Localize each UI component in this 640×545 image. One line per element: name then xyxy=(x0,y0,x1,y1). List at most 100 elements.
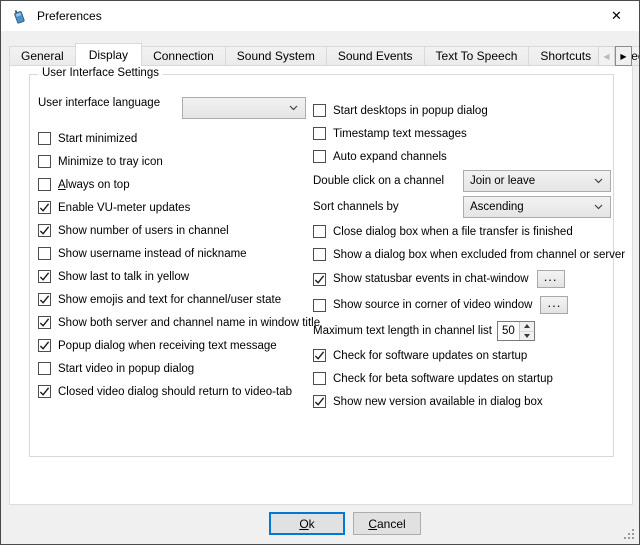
row-minimize-to-tray-icon: Minimize to tray icon xyxy=(38,150,306,173)
checkbox-show-emojis-and-text-for-channel-user-state[interactable] xyxy=(38,293,51,306)
checkbox-label: Popup dialog when receiving text message xyxy=(58,340,277,352)
row-show-source-in-corner-of-video-window: Show source in corner of video window... xyxy=(313,292,611,318)
triangle-up-icon xyxy=(524,324,530,328)
row-double-click-on-a-channel: Double click on a channel Join or leave xyxy=(313,168,611,194)
row-show-number-of-users-in-channel: Show number of users in channel xyxy=(38,219,306,242)
tab-label: Text To Speech xyxy=(436,49,518,63)
checkbox-label: Show source in corner of video window xyxy=(333,299,532,311)
cancel-button[interactable]: Cancel xyxy=(353,512,421,535)
checkbox-label: Show emojis and text for channel/user st… xyxy=(58,294,281,306)
row-check-for-beta-software-updates-on-startup: Check for beta software updates on start… xyxy=(313,367,611,390)
tab-display[interactable]: Display xyxy=(75,43,142,66)
more-options-button[interactable]: ... xyxy=(540,296,568,314)
tab-text-to-speech[interactable]: Text To Speech xyxy=(424,46,530,66)
checkbox-label: Show a dialog box when excluded from cha… xyxy=(333,249,625,261)
checkbox-minimize-to-tray-icon[interactable] xyxy=(38,155,51,168)
checkbox-show-username-instead-of-nickname[interactable] xyxy=(38,247,51,260)
spinner xyxy=(519,322,534,340)
tab-label: Sound Events xyxy=(338,49,413,63)
spin-value: 50 xyxy=(498,322,519,340)
tab-sound-events[interactable]: Sound Events xyxy=(326,46,425,66)
row-timestamp-text-messages: Timestamp text messages xyxy=(313,122,611,145)
triangle-down-icon xyxy=(524,334,530,338)
checkbox-show-new-version-available-in-dialog-box[interactable] xyxy=(313,395,326,408)
more-options-button[interactable]: ... xyxy=(537,270,565,288)
checkbox-show-last-to-talk-in-yellow[interactable] xyxy=(38,270,51,283)
row-always-on-top: Always on top xyxy=(38,173,306,196)
checkbox-start-video-in-popup-dialog[interactable] xyxy=(38,362,51,375)
checkbox-show-a-dialog-box-when-excluded-from-channel-or-server[interactable] xyxy=(313,248,326,261)
ok-button[interactable]: Ok xyxy=(269,512,345,535)
row-show-both-server-and-channel-name-in-window-title: Show both server and channel name in win… xyxy=(38,311,306,334)
row-start-minimized: Start minimized xyxy=(38,127,306,150)
row-show-username-instead-of-nickname: Show username instead of nickname xyxy=(38,242,306,265)
checkbox-show-both-server-and-channel-name-in-window-title[interactable] xyxy=(38,316,51,329)
chevron-down-icon xyxy=(594,178,603,184)
tab-bar: General Display ConnectionSound System Soun… xyxy=(9,43,632,66)
checkbox-start-minimized[interactable] xyxy=(38,132,51,145)
tab-scroll-buttons: ◀ ▶ xyxy=(598,46,632,66)
chevron-down-icon xyxy=(289,105,298,111)
tab-sound-system[interactable]: Sound System xyxy=(225,46,327,66)
row-sort-channels-by: Sort channels by Ascending xyxy=(313,194,611,220)
checkbox-label: Show statusbar events in chat-window xyxy=(333,273,529,285)
resize-grip[interactable] xyxy=(624,529,636,541)
tab-label: Shortcuts xyxy=(540,49,591,63)
checkbox-popup-dialog-when-receiving-text-message[interactable] xyxy=(38,339,51,352)
checkbox-label: Timestamp text messages xyxy=(333,128,467,140)
checkbox-enable-vu-meter-updates[interactable] xyxy=(38,201,51,214)
spin-up-button[interactable] xyxy=(520,322,534,332)
row-show-new-version-available-in-dialog-box: Show new version available in dialog box xyxy=(313,390,611,413)
spin-down-button[interactable] xyxy=(520,332,534,341)
checkbox-check-for-software-updates-on-startup[interactable] xyxy=(313,349,326,362)
row-closed-video-dialog-should-return-to-video-tab: Closed video dialog should return to vid… xyxy=(38,380,306,403)
app-icon xyxy=(10,7,28,25)
row-enable-vu-meter-updates: Enable VU-meter updates xyxy=(38,196,306,219)
tab-scroll-right-button[interactable]: ▶ xyxy=(615,46,632,66)
checkbox-label: Show new version available in dialog box xyxy=(333,396,543,408)
checkbox-check-for-beta-software-updates-on-startup[interactable] xyxy=(313,372,326,385)
combo-sort-channels-by[interactable]: Ascending xyxy=(463,196,611,218)
spin-maximum-text-length-in-channel-list[interactable]: 50 xyxy=(497,321,535,341)
checkbox-label: Check for software updates on startup xyxy=(333,350,527,362)
tab-connection[interactable]: Connection xyxy=(141,46,226,66)
dialog-buttons: Ok Cancel xyxy=(1,512,639,535)
checkbox-auto-expand-channels[interactable] xyxy=(313,150,326,163)
checkbox-show-number-of-users-in-channel[interactable] xyxy=(38,224,51,237)
checkbox-show-source-in-corner-of-video-window[interactable] xyxy=(313,299,326,312)
tab-general[interactable]: General xyxy=(9,46,76,66)
checkbox-show-statusbar-events-in-chat-window[interactable] xyxy=(313,273,326,286)
checkbox-label: Close dialog box when a file transfer is… xyxy=(333,226,573,238)
tab-panel-display: User Interface Settings User interface l… xyxy=(9,65,633,505)
combo-double-click-on-a-channel[interactable]: Join or leave xyxy=(463,170,611,192)
field-label: Double click on a channel xyxy=(313,175,444,187)
row-maximum-text-length-in-channel-list: Maximum text length in channel list50 xyxy=(313,318,611,344)
checkbox-start-desktops-in-popup-dialog[interactable] xyxy=(313,104,326,117)
checkbox-label: Closed video dialog should return to vid… xyxy=(58,386,292,398)
checkbox-close-dialog-box-when-a-file-transfer-is-finished[interactable] xyxy=(313,225,326,238)
close-button[interactable]: ✕ xyxy=(594,1,639,31)
titlebar: Preferences ✕ xyxy=(1,1,639,31)
ellipsis-label: ... xyxy=(548,295,562,310)
checkbox-closed-video-dialog-should-return-to-video-tab[interactable] xyxy=(38,385,51,398)
field-label: Sort channels by xyxy=(313,201,399,213)
checkbox-label: Show both server and channel name in win… xyxy=(58,317,320,329)
checkbox-label: Start desktops in popup dialog xyxy=(333,105,488,117)
tab-shortcuts[interactable]: Shortcuts xyxy=(528,46,603,66)
row-close-dialog-box-when-a-file-transfer-is-finished: Close dialog box when a file transfer is… xyxy=(313,220,611,243)
combo-user-interface-language[interactable] xyxy=(182,97,306,119)
row-start-video-in-popup-dialog: Start video in popup dialog xyxy=(38,357,306,380)
row-show-a-dialog-box-when-excluded-from-channel-or-server: Show a dialog box when excluded from cha… xyxy=(313,243,611,266)
checkbox-label: Show number of users in channel xyxy=(58,225,229,237)
checkbox-label: Show username instead of nickname xyxy=(58,248,247,260)
preferences-dialog: Preferences ✕ GeneralDisplayConnectionSo… xyxy=(0,0,640,545)
checkbox-label: Enable VU-meter updates xyxy=(58,202,190,214)
chevron-down-icon xyxy=(594,204,603,210)
checkbox-timestamp-text-messages[interactable] xyxy=(313,127,326,140)
checkbox-always-on-top[interactable] xyxy=(38,178,51,191)
ellipsis-label: ... xyxy=(544,269,558,284)
combo-value: Ascending xyxy=(470,201,594,213)
tab-label: Display xyxy=(89,48,128,62)
row-show-statusbar-events-in-chat-window: Show statusbar events in chat-window... xyxy=(313,266,611,292)
tab-scroll-left-button[interactable]: ◀ xyxy=(598,46,615,66)
